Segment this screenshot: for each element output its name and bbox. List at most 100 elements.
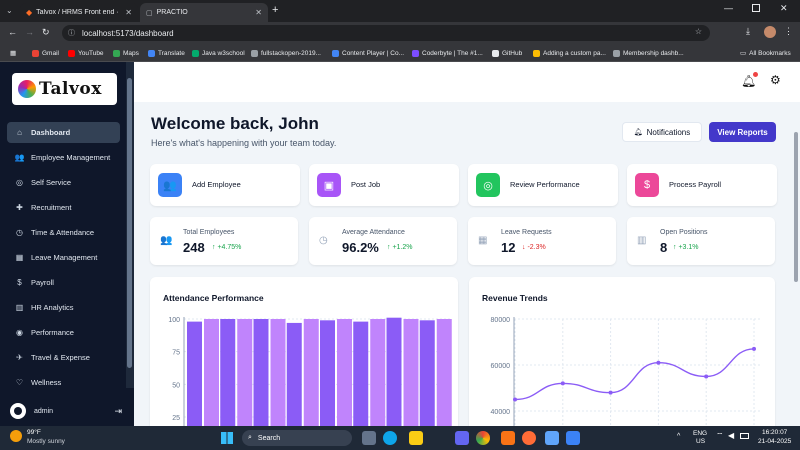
user-avatar-icon[interactable] <box>10 403 26 419</box>
sidebar-item[interactable]: ◎ Self Service <box>7 172 120 193</box>
close-window-icon[interactable]: ✕ <box>780 3 788 14</box>
teams-icon[interactable] <box>455 431 469 445</box>
app-icon[interactable] <box>501 431 515 445</box>
quick-action-label: Post Job <box>351 180 381 189</box>
browser-tab[interactable]: ◆ Talvox / HRMS Front end · Git ✕ <box>20 3 138 22</box>
folder-icon: ▭ <box>740 50 747 57</box>
postman-icon[interactable] <box>522 431 536 445</box>
quick-action-button[interactable]: $ Process Payroll <box>627 164 777 206</box>
sidebar-item[interactable]: ◉ Performance <box>7 322 120 343</box>
main-scrollbar[interactable] <box>792 102 800 426</box>
bar <box>187 321 202 426</box>
logo[interactable]: Talvox <box>12 73 117 105</box>
user-bar: admin ⇥ <box>0 396 134 426</box>
quick-action-button[interactable]: 👥 Add Employee <box>150 164 300 206</box>
maximize-icon[interactable] <box>752 4 760 12</box>
briefcase-icon: ▣ <box>317 173 341 197</box>
y-tick-label: 75 <box>172 350 180 357</box>
browser-tab-active[interactable]: ▢ PRACTIO ✕ <box>140 3 268 22</box>
quick-action-button[interactable]: ▣ Post Job <box>309 164 459 206</box>
reload-icon[interactable]: ↻ <box>42 27 50 38</box>
download-icon[interactable]: ⤓ <box>746 26 750 37</box>
bell-icon: 🔔︎ <box>633 129 643 136</box>
sidebar-item-label: HR Analytics <box>31 303 74 312</box>
stat-value: 96.2% <box>342 240 379 255</box>
main-scroll-thumb[interactable] <box>794 132 798 282</box>
y-tick-label: 60000 <box>491 363 511 370</box>
back-icon[interactable]: ← <box>8 27 17 37</box>
view-reports-button[interactable]: View Reports <box>709 122 776 142</box>
users-icon: 👥 <box>158 173 182 197</box>
weather-temp[interactable]: 99°F <box>27 429 41 436</box>
dollar-icon: $ <box>17 278 22 287</box>
clock-time[interactable]: 16:20:07 <box>762 429 787 436</box>
chrome-icon[interactable] <box>476 431 490 445</box>
tray-chevron-icon[interactable]: ^ <box>677 433 680 440</box>
logout-icon[interactable]: ⇥ <box>114 406 122 417</box>
bookmark-item[interactable]: Coderbyte | The #1... <box>412 47 483 59</box>
bookmark-item[interactable]: Translate <box>148 47 185 59</box>
database-icon[interactable] <box>545 431 559 445</box>
attendance-bar-chart: 25 50 75 100 <box>168 317 452 426</box>
bookmark-item[interactable]: YouTube <box>68 47 104 59</box>
weather-icon[interactable] <box>10 430 22 442</box>
y-tick-label: 100 <box>168 317 180 324</box>
stat-label: Leave Requests <box>501 229 552 236</box>
close-tab-icon[interactable]: ✕ <box>125 8 132 17</box>
sidebar-scrollbar[interactable] <box>126 62 134 388</box>
bookmark-item[interactable]: fullstackopen-2019... <box>251 47 321 59</box>
windows-start-icon[interactable] <box>221 432 233 444</box>
bar <box>403 319 419 426</box>
language-indicator[interactable]: ENG <box>693 430 707 437</box>
sidebar-item[interactable]: ⌂ Dashboard <box>7 122 120 143</box>
sidebar-item[interactable]: ♡ Wellness <box>7 372 120 393</box>
taskview-icon[interactable] <box>362 431 376 445</box>
bookmark-item[interactable]: Adding a custom pa... <box>533 47 606 59</box>
all-bookmarks[interactable]: ▭ All Bookmarks <box>740 47 791 59</box>
quick-action-button[interactable]: ◎ Review Performance <box>468 164 618 206</box>
bookmark-item[interactable]: Maps <box>113 47 139 59</box>
stat-change-value: +4.75% <box>217 244 242 251</box>
sidebar-item[interactable]: ✚ Recruitment <box>7 197 120 218</box>
calendar-icon: ▦ <box>15 253 24 262</box>
revenue-chart-card: Revenue Trends 40000 60000 80000 <box>469 277 775 426</box>
wifi-icon[interactable]: ⌔ <box>716 431 724 441</box>
sidebar-item[interactable]: ✈ Travel & Expense <box>7 347 120 368</box>
bookmark-star-icon[interactable]: ☆ <box>695 27 702 36</box>
bookmark-item[interactable]: Membership dashb... <box>613 47 684 59</box>
tab-search-icon[interactable]: ⌄ <box>6 6 16 16</box>
sidebar-item[interactable]: $ Payroll <box>7 272 120 293</box>
close-tab-icon[interactable]: ✕ <box>255 8 262 17</box>
settings-gear-icon[interactable]: ⚙ <box>770 73 781 87</box>
sidebar-item[interactable]: ▥ HR Analytics <box>7 297 120 318</box>
tab-title: PRACTIO <box>156 9 188 16</box>
bookmark-item[interactable]: Content Player | Co... <box>332 47 404 59</box>
bookmark-apps-icon[interactable]: ▦ <box>10 47 16 59</box>
file-explorer-icon[interactable] <box>409 431 423 445</box>
top-bar: 🔔︎ ⚙ <box>134 62 800 102</box>
bar-chart-icon: ▥ <box>15 303 24 312</box>
sidebar-item[interactable]: 👥 Employee Management <box>7 147 120 168</box>
bookmark-item[interactable]: Java w3school <box>192 47 245 59</box>
clock-date: 21-04-2025 <box>758 438 792 445</box>
forward-icon[interactable]: → <box>25 27 34 37</box>
taskbar-search[interactable]: ⌕ Search <box>242 430 352 446</box>
sidebar-item-label: Performance <box>31 328 74 337</box>
bookmark-item[interactable]: Gmail <box>32 47 59 59</box>
volume-icon[interactable]: ◀ <box>728 431 734 440</box>
site-info-icon[interactable]: ⓘ <box>68 28 75 38</box>
sidebar-item[interactable]: ◷ Time & Attendance <box>7 222 120 243</box>
sidebar-item[interactable]: ▦ Leave Management <box>7 247 120 268</box>
new-tab-icon[interactable]: + <box>272 4 278 16</box>
notifications-button[interactable]: 🔔︎ Notifications <box>622 122 702 142</box>
vscode-icon[interactable] <box>566 431 580 445</box>
sidebar-scroll-thumb[interactable] <box>127 78 132 368</box>
url-field[interactable]: ⓘ localhost:5173/dashboard ☆ <box>62 25 710 41</box>
minimize-icon[interactable]: — <box>724 3 733 13</box>
menu-icon[interactable]: ⋮ <box>784 26 793 37</box>
heart-icon: ♡ <box>15 378 24 387</box>
battery-icon[interactable] <box>740 433 749 439</box>
profile-avatar[interactable] <box>764 26 776 38</box>
bookmark-item[interactable]: GitHub <box>492 47 522 59</box>
edge-icon[interactable] <box>383 431 397 445</box>
